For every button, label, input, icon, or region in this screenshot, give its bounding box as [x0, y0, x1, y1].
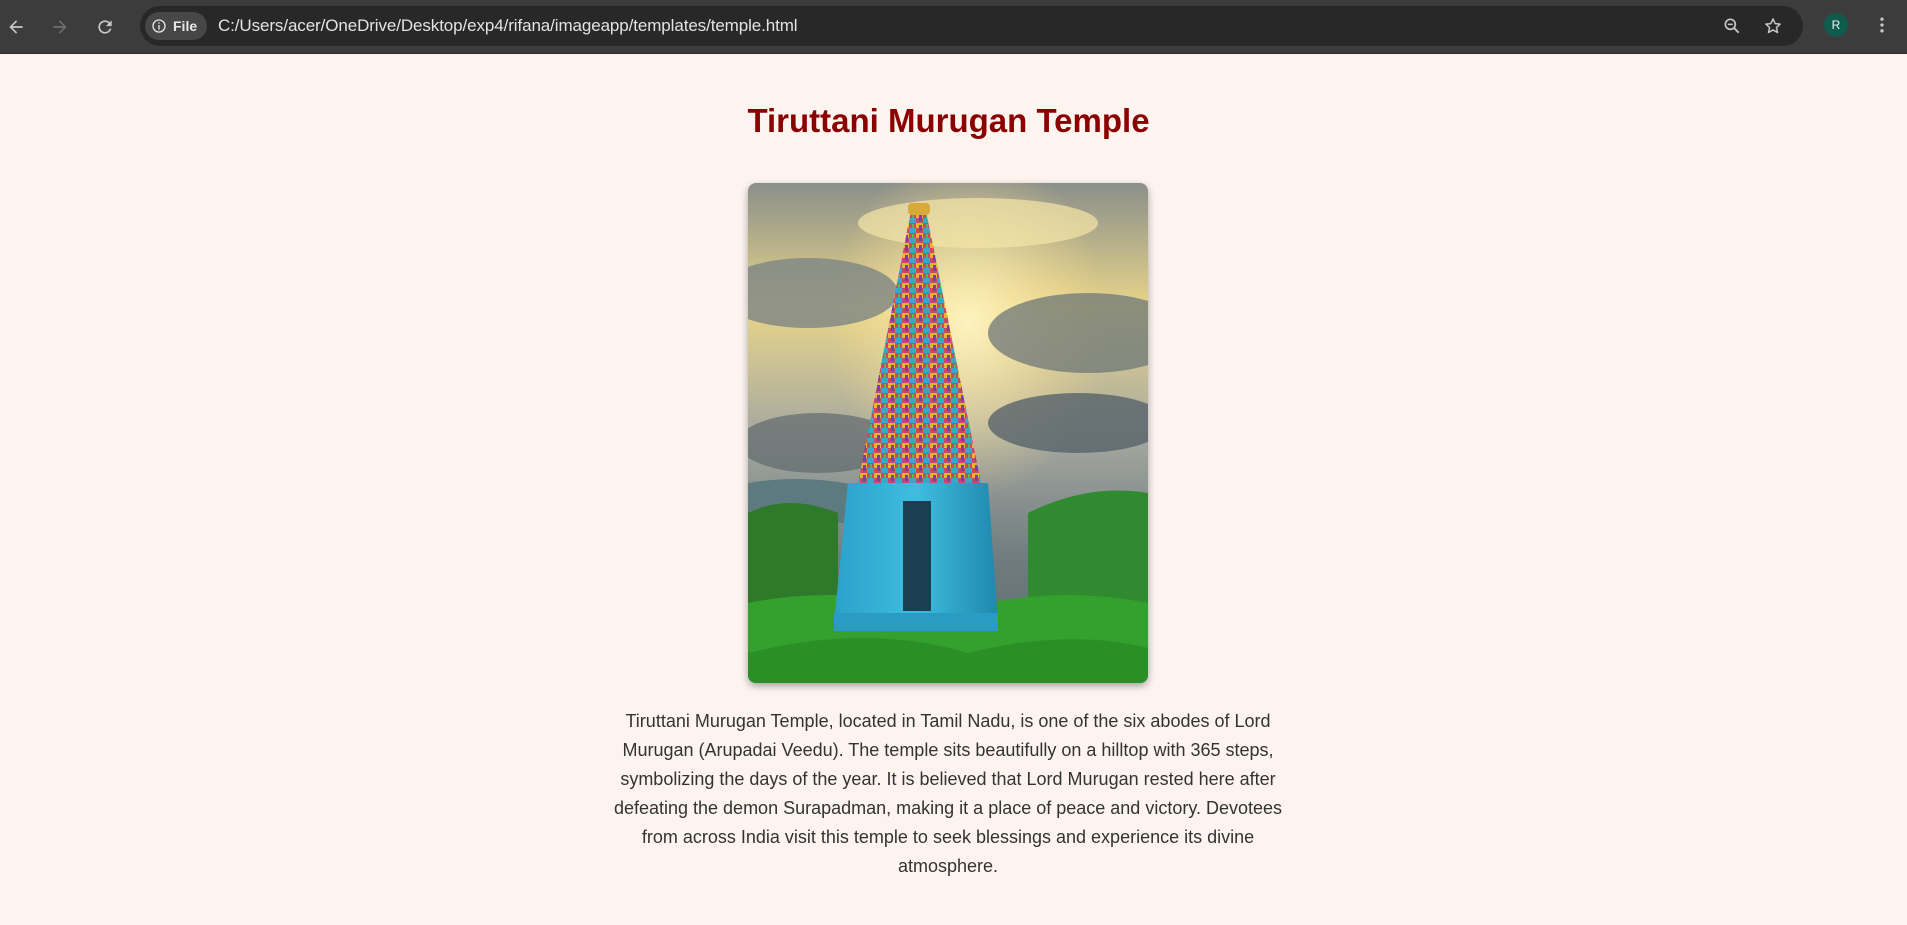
temple-illustration: [748, 183, 1148, 683]
address-bar[interactable]: File C:/Users/acer/OneDrive/Desktop/exp4…: [140, 6, 1803, 46]
forward-button[interactable]: [44, 11, 76, 43]
profile-avatar[interactable]: R: [1824, 13, 1848, 37]
url-text[interactable]: C:/Users/acer/OneDrive/Desktop/exp4/rifa…: [218, 16, 798, 36]
kebab-menu-icon: [1880, 17, 1884, 33]
site-info-chip[interactable]: File: [145, 12, 208, 40]
reload-button[interactable]: [89, 11, 121, 43]
temple-image: [748, 183, 1148, 683]
back-button[interactable]: [0, 11, 32, 43]
back-arrow-icon: [9, 20, 23, 34]
zoom-icon: [1724, 18, 1740, 34]
temple-description: Tiruttani Murugan Temple, located in Tam…: [613, 711, 1283, 876]
reload-icon: [98, 20, 112, 34]
site-chip-label: File: [173, 18, 198, 34]
zoom-button[interactable]: [1720, 14, 1744, 38]
page-title: Tiruttani Murugan Temple: [747, 102, 1150, 139]
forward-arrow-icon: [53, 20, 67, 34]
browser-menu-button[interactable]: [1870, 13, 1894, 37]
page-content: Tiruttani Murugan Temple Tiruttani Murug…: [0, 54, 1907, 925]
info-icon: [152, 19, 166, 33]
star-icon: [1765, 18, 1781, 34]
bookmark-button[interactable]: [1761, 14, 1785, 38]
browser-toolbar: File C:/Users/acer/OneDrive/Desktop/exp4…: [0, 0, 1907, 54]
